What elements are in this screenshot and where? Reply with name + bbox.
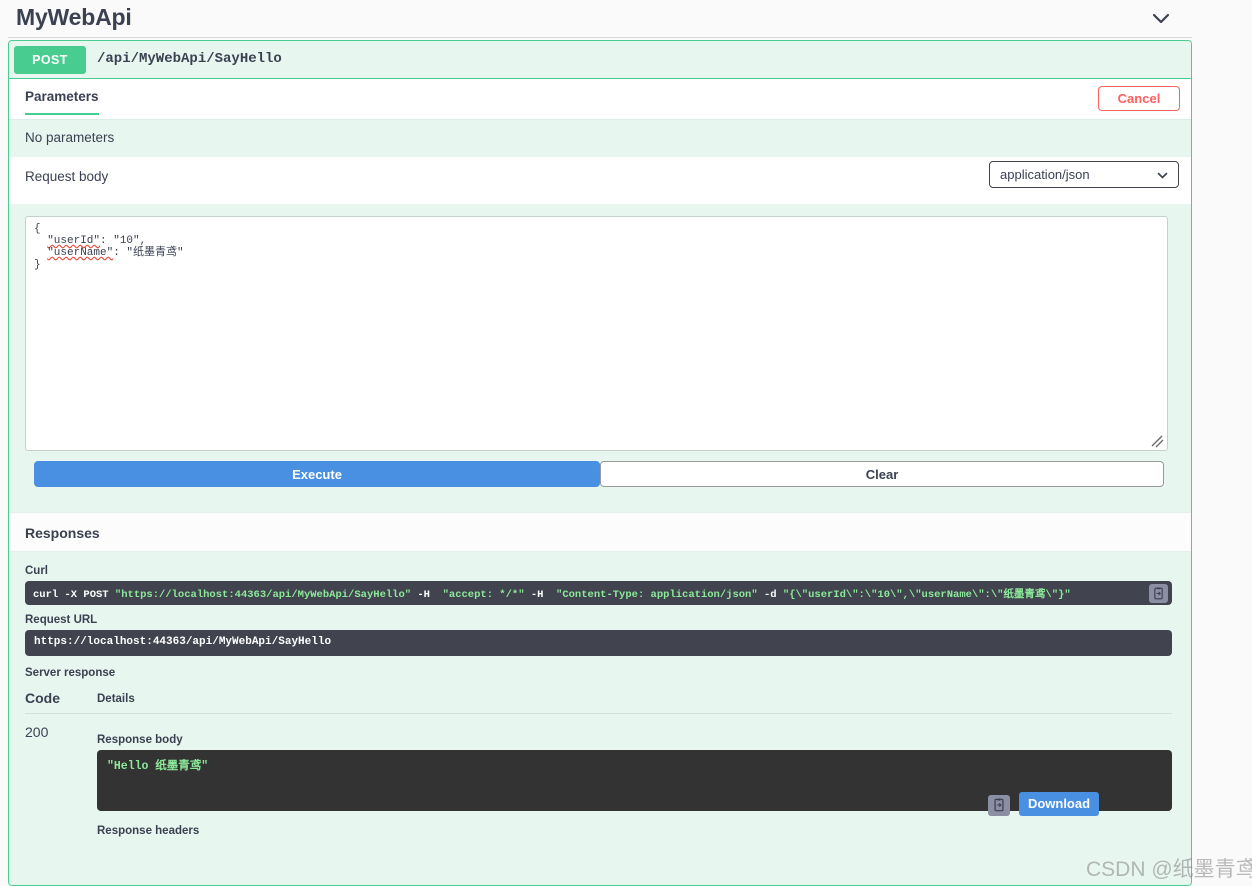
curl-h2-flag: -H <box>524 589 557 601</box>
request-url-value: https://localhost:44363/api/MyWebApi/Say… <box>34 636 332 648</box>
chevron-down-icon[interactable] <box>1148 6 1174 30</box>
json-key-username: "userName" <box>47 247 114 259</box>
cancel-button[interactable]: Cancel <box>1098 86 1180 111</box>
resize-grip-icon[interactable] <box>1150 434 1164 448</box>
json-value-userid: : "10", <box>100 235 147 247</box>
json-value-username: : "纸墨青鸢" <box>113 247 184 259</box>
response-headers-label: Response headers <box>97 825 200 837</box>
server-response-label: Server response <box>25 667 116 679</box>
clear-button[interactable]: Clear <box>600 461 1164 487</box>
curl-command-text: curl -X POST "https://localhost:44363/ap… <box>33 586 1071 601</box>
request-body-strip: Request body application/json <box>9 157 1191 204</box>
request-body-area: { "userId": "10", "userName": "纸墨青鸢" } <box>9 204 1191 452</box>
operation-path: /api/MyWebApi/SayHello <box>97 51 282 67</box>
request-url-label: Request URL <box>25 614 98 626</box>
curl-d-flag: -d <box>757 589 783 601</box>
responses-title: Responses <box>25 525 100 541</box>
response-body-label: Response body <box>97 734 183 746</box>
http-method-badge[interactable]: POST <box>14 46 86 74</box>
curl-label: Curl <box>25 565 48 577</box>
parameters-header: Parameters Cancel <box>9 79 1191 119</box>
request-body-label: Request body <box>25 169 109 184</box>
curl-command-box: curl -X POST "https://localhost:44363/ap… <box>25 581 1172 605</box>
chevron-down-icon <box>1156 169 1169 185</box>
table-divider <box>25 713 1172 714</box>
response-body-box: "Hello 纸墨青鸢" <box>97 750 1172 811</box>
status-code: 200 <box>25 724 49 740</box>
no-parameters-row: No parameters <box>9 119 1191 157</box>
copy-icon[interactable] <box>1149 584 1168 603</box>
request-url-box: https://localhost:44363/api/MyWebApi/Say… <box>25 630 1172 656</box>
column-header-code: Code <box>25 690 60 706</box>
curl-prefix: curl -X POST <box>33 589 115 601</box>
api-title-bar: MyWebApi <box>0 0 1252 38</box>
curl-header-content-type: "Content-Type: application/json" <box>556 589 758 601</box>
operation-block: POST /api/MyWebApi/SayHello Parameters C… <box>8 40 1192 886</box>
no-parameters-text: No parameters <box>25 130 115 145</box>
request-body-editor[interactable]: { "userId": "10", "userName": "纸墨青鸢" } <box>25 216 1168 451</box>
curl-header-accept: "accept: */*" <box>442 589 525 601</box>
json-line-close: } <box>34 259 41 271</box>
json-key-userid: "userId" <box>47 235 101 247</box>
action-buttons-area: Execute Clear <box>9 452 1191 512</box>
response-body-value: "Hello 纸墨青鸢" <box>107 760 209 773</box>
json-line-open: { <box>34 223 41 235</box>
execute-button[interactable]: Execute <box>34 461 600 487</box>
responses-header: Responses <box>9 512 1191 552</box>
responses-content: Curl curl -X POST "https://localhost:443… <box>9 552 1191 885</box>
request-body-code: { "userId": "10", "userName": "纸墨青鸢" } <box>34 223 184 271</box>
operation-summary-bar[interactable]: POST /api/MyWebApi/SayHello <box>9 41 1191 79</box>
content-type-value: application/json <box>1000 167 1090 182</box>
tab-parameters[interactable]: Parameters <box>25 89 99 115</box>
curl-data-payload: "{\"userId\":\"10\",\"userName\":\"纸墨青鸢\… <box>782 589 1071 601</box>
column-header-details: Details <box>97 693 135 705</box>
page-title: MyWebApi <box>16 4 132 30</box>
curl-h1-flag: -H <box>411 589 443 601</box>
content-type-select[interactable]: application/json <box>989 161 1179 188</box>
copy-icon[interactable] <box>988 795 1010 816</box>
curl-url: "https://localhost:44363/api/MyWebApi/Sa… <box>114 589 412 601</box>
title-divider <box>8 37 1192 38</box>
download-button[interactable]: Download <box>1019 792 1099 816</box>
swagger-ui-page: MyWebApi POST /api/MyWebApi/SayHello Par… <box>0 0 1252 886</box>
